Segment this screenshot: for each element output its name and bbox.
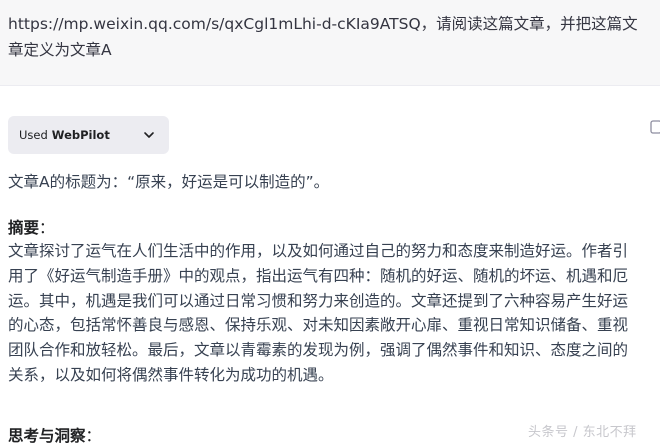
watermark: 头条号 / 东北不拜	[528, 425, 637, 440]
plugin-used-label: Used	[19, 128, 48, 142]
insight-heading-colon: ：	[85, 427, 102, 445]
chevron-down-icon	[144, 132, 154, 138]
assistant-message: Used WebPilot 文章A的标题为：“原来，好运是可以制造的”。 摘要：…	[0, 87, 660, 447]
chat-page: https://mp.weixin.qq.com/s/qxCgl1mLhi-d-…	[0, 0, 660, 447]
user-message: https://mp.weixin.qq.com/s/qxCgl1mLhi-d-…	[0, 0, 660, 86]
summary-line: 的心态，包括常怀善良与感恩、保持乐观、对未知因素敞开心扉、重视日常知识储备、重视	[8, 316, 629, 335]
summary-heading: 摘要：	[8, 216, 55, 240]
plugin-name: WebPilot	[51, 128, 110, 142]
insight-heading: 思考与洞察：	[8, 424, 101, 447]
article-title-line: 文章A的标题为：“原来，好运是可以制造的”。	[8, 173, 330, 191]
summary-line: 关系，以及如何将偶然事件转化为成功的机遇。	[8, 365, 334, 384]
summary-line: 团队合作和放轻松。最后，文章以青霉素的发现为例，强调了偶然事件和知识、态度之间的	[8, 341, 629, 360]
summary-line: 运。其中，机遇是我们可以通过日常习惯和努力来创造的。文章还提到了六种容易产生好运	[8, 291, 629, 310]
summary-heading-colon: ：	[39, 219, 55, 237]
plugin-used-toggle[interactable]: Used WebPilot	[8, 116, 169, 154]
summary-line: 用了《好运气制造手册》中的观点，指出运气有四种：随机的好运、随机的坏运、机遇和厄	[8, 266, 629, 285]
summary-body: 文章探讨了运气在人们生活中的作用，以及如何通过自己的努力和态度来制造好运。作者引…	[8, 239, 638, 388]
user-message-text: https://mp.weixin.qq.com/s/qxCgl1mLhi-d-…	[8, 15, 638, 59]
summary-line: 文章探讨了运气在人们生活中的作用，以及如何通过自己的努力和态度来制造好运。作者引	[8, 242, 629, 260]
insight-heading-label: 思考与洞察	[8, 427, 86, 445]
summary-heading-label: 摘要	[8, 219, 40, 237]
copy-icon[interactable]	[648, 120, 660, 136]
